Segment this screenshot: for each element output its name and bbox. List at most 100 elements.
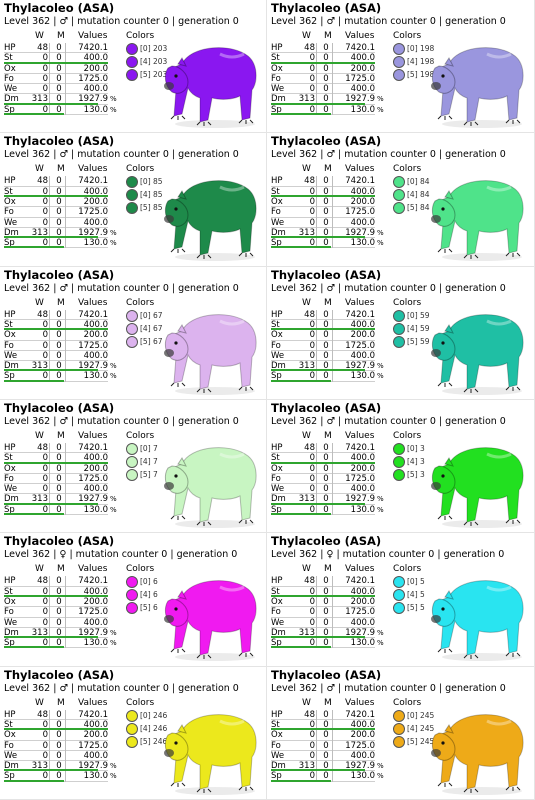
stat-row: Fo 0 0 1725.0 xyxy=(271,607,388,618)
creature-card[interactable]: Thylacoleo (ASA) Level 362 | ♂ | mutation… xyxy=(0,133,267,267)
column-header-values: Values xyxy=(345,164,375,175)
stat-divider xyxy=(316,442,317,454)
creature-card[interactable]: Thylacoleo (ASA) Level 362 | ♂ | mutation… xyxy=(267,266,535,400)
creature-card[interactable]: Thylacoleo (ASA) Level 362 | ♂ | mutation… xyxy=(267,666,535,800)
color-swatch-icon xyxy=(393,309,405,322)
stat-unit: % xyxy=(110,762,117,771)
color-swatch-icon xyxy=(393,189,405,202)
stat-row: St 0 0 400.0 xyxy=(4,719,121,731)
color-swatch-icon xyxy=(126,442,138,455)
color-region-label: [0] 3 xyxy=(407,443,425,453)
creature-card[interactable]: Thylacoleo (ASA) Level 362 | ♂ | mutation… xyxy=(267,399,535,534)
stat-table: HP 48 0 7420.1 St 0 0 400.0 Ox 0 0 200.0 Fo 0 0 1725.0 W… xyxy=(271,176,388,249)
creature-title: Thylacoleo (ASA) xyxy=(271,400,382,415)
creature-title: Thylacoleo (ASA) xyxy=(271,667,382,682)
column-header-w: W xyxy=(35,297,44,308)
stat-divider xyxy=(316,84,317,95)
creature-card[interactable]: Thylacoleo (ASA) Level 362 | ♂ | mutation… xyxy=(0,666,267,800)
stat-level-bar xyxy=(4,113,65,116)
stat-divider xyxy=(65,638,66,649)
column-header-values: Values xyxy=(345,697,375,708)
creature-card[interactable]: Thylacoleo (ASA) Level 362 | ♂ | mutation… xyxy=(0,399,267,534)
creature-title: Thylacoleo (ASA) xyxy=(4,534,115,549)
stat-level-bar xyxy=(4,513,65,516)
stat-divider xyxy=(316,617,317,628)
column-header-m: M xyxy=(324,297,332,308)
stat-divider xyxy=(316,43,317,54)
stat-unit: % xyxy=(377,105,384,114)
color-swatch-icon xyxy=(126,202,138,215)
color-swatch-icon xyxy=(393,335,405,348)
creature-info: Level 362 | ♂ | mutation counter 0 | gen… xyxy=(4,682,239,694)
stat-row: Dm 313 0 1927.9% xyxy=(4,761,121,772)
creature-card[interactable]: Thylacoleo (ASA) Level 362 | ♂ | mutation… xyxy=(267,133,535,267)
stat-row: We 0 0 400.0 xyxy=(4,84,121,95)
stat-divider xyxy=(316,73,317,85)
stat-row: We 0 0 400.0 xyxy=(4,217,121,228)
color-region-label: [4] 6 xyxy=(140,590,158,600)
stat-row: Fo 0 0 1725.0 xyxy=(271,207,388,218)
color-swatch-icon xyxy=(393,202,405,215)
stat-divider xyxy=(65,73,66,85)
stat-divider xyxy=(316,176,317,187)
stat-table: HP 48 0 7420.1 St 0 0 400.0 Ox 0 0 200.0 Fo 0 0 1725.0 W… xyxy=(4,576,121,649)
stat-divider xyxy=(65,709,66,720)
column-header-values: Values xyxy=(78,430,108,441)
creature-info: Level 362 | ♀ | mutation counter 0 | gen… xyxy=(271,549,505,561)
color-region-label: [0] 6 xyxy=(140,577,158,587)
stat-row: Dm 313 0 1927.9% xyxy=(4,361,121,372)
color-swatch-icon xyxy=(393,455,405,468)
color-swatch-icon xyxy=(393,43,405,55)
column-header-m: M xyxy=(57,164,65,175)
stat-row: St 0 0 400.0 xyxy=(4,53,121,64)
creature-render-icon xyxy=(431,47,524,128)
stat-divider xyxy=(332,638,333,649)
stat-divider xyxy=(49,43,50,54)
stat-divider xyxy=(316,309,317,320)
stat-divider xyxy=(49,740,50,751)
color-swatch-icon xyxy=(393,589,405,602)
column-header-w: W xyxy=(302,564,311,575)
stat-table: HP 48 0 7420.1 St 0 0 400.0 Ox 0 0 200.0 Fo 0 0 1725.0 W… xyxy=(4,709,121,782)
column-header-colors: Colors xyxy=(126,31,155,41)
stat-row: HP 48 0 7420.1 xyxy=(271,309,388,320)
creature-card[interactable]: Thylacoleo (ASA) Level 362 | ♂ | mutation… xyxy=(267,0,535,134)
stat-divider xyxy=(65,740,66,751)
stat-divider xyxy=(316,330,317,341)
color-region-label: [0] 5 xyxy=(407,577,425,587)
creature-card[interactable]: Thylacoleo (ASA) Level 362 | ♂ | mutation… xyxy=(0,0,267,134)
stat-divider xyxy=(49,207,50,218)
stat-row: Dm 313 0 1927.9% xyxy=(271,227,388,239)
stat-divider xyxy=(316,607,317,618)
stat-divider xyxy=(316,63,317,74)
stat-divider xyxy=(332,709,333,720)
column-header-m: M xyxy=(324,564,332,575)
creature-render-icon xyxy=(431,447,524,528)
column-header-w: W xyxy=(35,697,44,708)
color-swatch-icon xyxy=(126,335,138,348)
stat-divider xyxy=(316,709,317,720)
column-header-values: Values xyxy=(78,564,108,575)
stat-row: St 0 0 400.0 xyxy=(271,186,388,197)
creature-card[interactable]: Thylacoleo (ASA) Level 362 | ♀ | mutation… xyxy=(0,533,267,667)
column-header-values: Values xyxy=(78,697,108,708)
stat-row: Dm 313 0 1927.9% xyxy=(4,627,121,639)
stat-unit: % xyxy=(377,628,384,637)
color-swatch-icon xyxy=(126,602,138,615)
color-swatch-icon xyxy=(126,576,138,589)
creature-render-icon xyxy=(164,47,257,128)
stat-row: Dm 313 0 1927.9% xyxy=(271,494,388,505)
stat-divider xyxy=(65,176,66,187)
column-header-m: M xyxy=(324,164,332,175)
stat-divider xyxy=(65,504,66,516)
stat-row: St 0 0 400.0 xyxy=(271,53,388,64)
color-swatch-icon xyxy=(126,735,138,748)
creature-title: Thylacoleo (ASA) xyxy=(4,134,115,149)
stat-row: Dm 313 0 1927.9% xyxy=(4,227,121,239)
creature-card[interactable]: Thylacoleo (ASA) Level 362 | ♂ | mutation… xyxy=(0,266,267,400)
creature-card[interactable]: Thylacoleo (ASA) Level 362 | ♀ | mutation… xyxy=(267,533,535,667)
stat-row: St 0 0 400.0 xyxy=(271,719,388,731)
stat-row: Sp 0 0 130.0% xyxy=(4,104,121,116)
color-swatch-icon xyxy=(126,709,138,722)
stat-unit: % xyxy=(110,105,117,114)
